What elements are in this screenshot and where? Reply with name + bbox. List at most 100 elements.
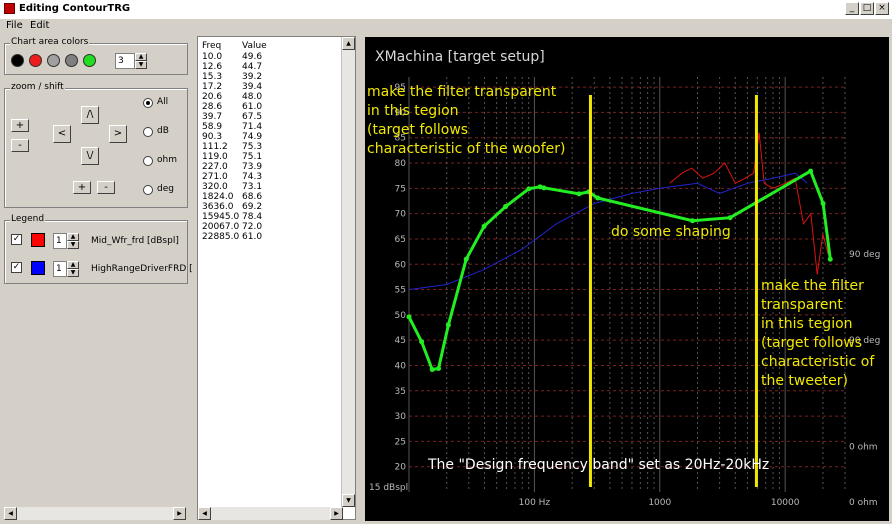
freq-cell: 3636.0 (202, 202, 234, 212)
table-scroll-left-arrow[interactable]: ◀ (198, 507, 211, 520)
zoom-shift-group: zoom / shift + - /\ < > \/ + - All dB ohm d… (4, 82, 188, 208)
value-cell: 78.4 (242, 212, 263, 222)
shift-down-button[interactable]: \/ (81, 147, 99, 165)
freq-cell: 1824.0 (202, 192, 234, 202)
value-cell: 44.7 (242, 62, 263, 72)
maximize-button[interactable]: □ (860, 2, 874, 15)
woofer-annotation-line: in this tegion (367, 103, 459, 119)
table-row[interactable]: 20067.0 72.0 (198, 222, 338, 232)
scroll-up-arrow[interactable]: ▲ (342, 37, 355, 50)
color-swatch[interactable] (83, 54, 96, 67)
legend-color-swatch[interactable] (31, 233, 45, 247)
value-cell: 61.0 (242, 102, 263, 112)
legend-width-down-button[interactable]: ▼ (67, 269, 79, 277)
radio-deg[interactable] (143, 185, 153, 195)
table-row[interactable]: 12.6 44.7 (198, 62, 338, 72)
target-point (481, 223, 487, 229)
window-title: Editing ContourTRG (19, 3, 131, 14)
legend-width-up-button[interactable]: ▲ (67, 233, 79, 241)
table-row[interactable]: 3636.0 69.2 (198, 202, 338, 212)
table-row[interactable]: 271.0 74.3 (198, 172, 338, 182)
table-row[interactable]: 28.6 61.0 (198, 102, 338, 112)
table-row[interactable]: 58.9 71.4 (198, 122, 338, 132)
freq-cell: 119.0 (202, 152, 228, 162)
target-point (541, 185, 547, 191)
color-swatch[interactable] (47, 54, 60, 67)
target-point (808, 168, 814, 174)
target-point (526, 186, 532, 192)
target-point (436, 366, 442, 372)
color-swatch[interactable] (65, 54, 78, 67)
shift-up-button[interactable]: /\ (81, 106, 99, 124)
table-hscrollbar[interactable]: ◀ ▶ (198, 507, 343, 520)
legend-width-up-button[interactable]: ▲ (67, 261, 79, 269)
y-tick-label: 25 (395, 437, 406, 447)
legend-visible-checkbox[interactable]: ✓ (11, 262, 22, 273)
table-row[interactable]: 10.0 49.6 (198, 52, 338, 62)
table-row[interactable]: 111.2 75.3 (198, 142, 338, 152)
color-swatch[interactable] (29, 54, 42, 67)
table-vscrollbar[interactable]: ▲ ▼ (341, 37, 355, 507)
value-cell: 73.9 (242, 162, 263, 172)
zoom-in-button[interactable]: + (11, 119, 29, 132)
menu-file[interactable]: File (6, 20, 23, 31)
chart-area-colors-group: Chart area colors 3 ▲ ▼ (4, 37, 188, 75)
radio-ohm[interactable] (143, 156, 153, 166)
color-count-down-button[interactable]: ▼ (135, 61, 147, 69)
chart-area[interactable]: 95 90 85 80 75 70 65 60 55 50 45 40 35 30 25 20 100 Hz 10… (365, 37, 889, 521)
table-row[interactable]: 320.0 73.1 (198, 182, 338, 192)
minimize-button[interactable]: _ (845, 2, 859, 15)
legend-visible-checkbox[interactable]: ✓ (11, 234, 22, 245)
freq-cell: 111.2 (202, 142, 228, 152)
legend-width-field[interactable]: 1 (53, 261, 67, 277)
scroll-down-arrow[interactable]: ▼ (342, 494, 355, 507)
shift-right-button[interactable]: > (109, 125, 127, 143)
value-cell: 72.0 (242, 222, 263, 232)
scroll-left-arrow[interactable]: ◀ (4, 507, 17, 520)
color-count-up-button[interactable]: ▲ (135, 53, 147, 61)
target-point (419, 339, 425, 345)
value-cell: 68.6 (242, 192, 263, 202)
legend-hscrollbar[interactable]: ◀ ▶ (4, 507, 186, 520)
zoom-out-button[interactable]: - (11, 139, 29, 152)
value-cell: 69.2 (242, 202, 263, 212)
chart-title: XMachina [target setup] (375, 49, 545, 65)
legend-color-swatch[interactable] (31, 261, 45, 275)
table-row[interactable]: 17.2 39.4 (198, 82, 338, 92)
table-row[interactable]: 119.0 75.1 (198, 152, 338, 162)
woofer-annotation-line: make the filter transparent (367, 84, 557, 100)
table-row[interactable]: 15945.0 78.4 (198, 212, 338, 222)
color-count-field[interactable]: 3 (115, 53, 135, 69)
legend-width-down-button[interactable]: ▼ (67, 241, 79, 249)
table-scroll-right-arrow[interactable]: ▶ (330, 507, 343, 520)
table-row[interactable]: 15.3 39.2 (198, 72, 338, 82)
table-row[interactable]: 90.3 74.9 (198, 132, 338, 142)
freq-cell: 28.6 (202, 102, 223, 112)
menu-edit[interactable]: Edit (30, 20, 49, 31)
hzoom-in-button[interactable]: + (73, 181, 91, 194)
shaping-annotation: do some shaping (611, 224, 731, 240)
table-row[interactable]: 227.0 73.9 (198, 162, 338, 172)
right-axis-label: 90 deg (849, 250, 880, 260)
radio-all[interactable] (143, 98, 153, 108)
value-cell: 73.1 (242, 182, 263, 192)
radio-db[interactable] (143, 127, 153, 137)
freq-cell: 20.6 (202, 92, 223, 102)
shift-left-button[interactable]: < (53, 125, 71, 143)
app-icon (4, 3, 15, 14)
table-row[interactable]: 22885.0 61.0 (198, 232, 338, 242)
hzoom-out-button[interactable]: - (97, 181, 115, 194)
target-point (827, 256, 833, 262)
table-row[interactable]: 20.6 48.0 (198, 92, 338, 102)
scroll-right-arrow[interactable]: ▶ (173, 507, 186, 520)
legend-width-field[interactable]: 1 (53, 233, 67, 249)
color-swatch[interactable] (11, 54, 24, 67)
y-tick-label: 75 (395, 184, 406, 194)
close-button[interactable]: × (875, 2, 889, 15)
table-row[interactable]: 1824.0 68.6 (198, 192, 338, 202)
table-row[interactable]: 39.7 67.5 (198, 112, 338, 122)
value-cell: 67.5 (242, 112, 263, 122)
data-table[interactable]: Freq Value 10.0 49.6 12.6 44.7 15.3 39.2 17.2 3… (197, 36, 356, 520)
col-freq-header: Freq (202, 41, 222, 51)
tweeter-annotation: make the filter transparent in this tegi… (761, 277, 874, 391)
